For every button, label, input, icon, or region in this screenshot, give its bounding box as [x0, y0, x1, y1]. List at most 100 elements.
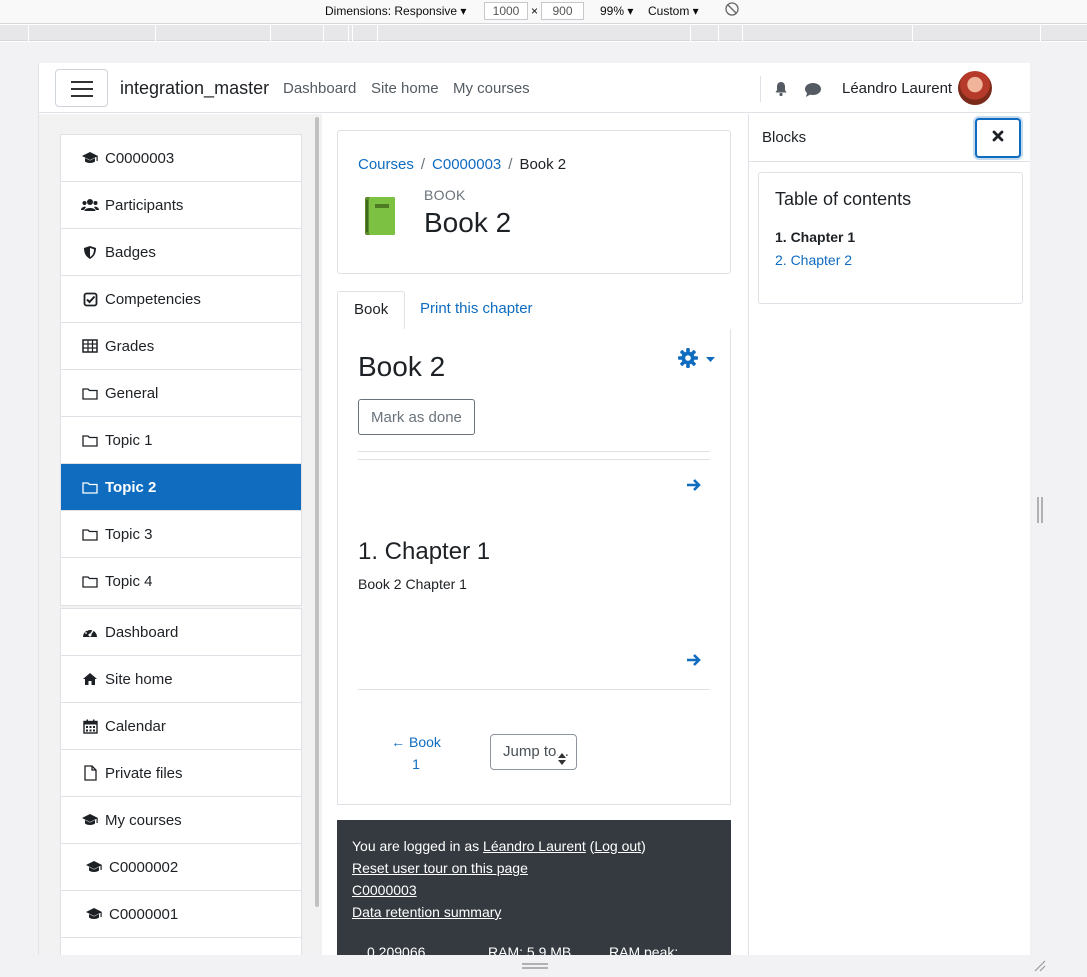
sidebar-item-label: My courses [105, 811, 182, 829]
left-drawer: C0000003 Participants Badges Competencies Gr… [39, 114, 322, 955]
sidebar-item-topic-3[interactable]: Topic 3 [61, 511, 301, 558]
previous-book-link[interactable]: ← Book 1 [386, 731, 446, 775]
nav-dashboard[interactable]: Dashboard [283, 80, 356, 97]
sidebar-item-calendar[interactable]: Calendar [61, 703, 301, 750]
sidebar-item-label: C0000001 [109, 905, 179, 923]
nav-site-home[interactable]: Site home [371, 80, 439, 97]
mark-as-done-button[interactable]: Mark as done [358, 399, 475, 435]
toc-item-link[interactable]: 2. Chapter 2 [775, 252, 852, 268]
left-arrow-icon: ← [391, 734, 406, 750]
data-retention-link[interactable]: Data retention summary [352, 904, 501, 920]
sidebar-item-label: Topic 3 [105, 525, 153, 543]
graduation-cap-icon [85, 859, 103, 875]
perf-ram: RAM: 5.9 MB [488, 944, 572, 955]
corner-resize-handle[interactable] [1032, 958, 1046, 972]
footer-user-link[interactable]: Léandro Laurent [483, 838, 586, 854]
sidebar-item-label: Dashboard [105, 623, 179, 641]
sidebar-item-topic-4[interactable]: Topic 4 [61, 558, 301, 605]
zoom-dropdown[interactable]: 99% ▾ [600, 4, 633, 18]
content-title: Book 2 [358, 351, 446, 382]
footer-course-link[interactable]: C0000003 [352, 882, 417, 898]
side-resize-handle[interactable] [1037, 497, 1043, 523]
dimensions-dropdown[interactable]: Dimensions: Responsive ▾ [325, 4, 466, 18]
folder-icon [81, 526, 99, 542]
graduation-cap-icon [81, 812, 99, 828]
perf-ram-peak: RAM peak: [609, 944, 679, 955]
sidebar-item-general[interactable]: General [61, 370, 301, 417]
page-viewport: integration_master Dashboard Site home M… [38, 63, 1030, 955]
toc-block: Table of contents 1. Chapter 1 2. Chapte… [758, 172, 1023, 304]
calendar-icon [81, 718, 99, 734]
breadcrumb-separator: / [420, 156, 426, 173]
sidebar-item-topic-1[interactable]: Topic 1 [61, 417, 301, 464]
blocks-header: Blocks [749, 114, 1030, 162]
dimensions-label: Dimensions: Responsive [325, 4, 458, 18]
nav-my-courses[interactable]: My courses [453, 80, 530, 97]
course-nav-group: C0000003 Participants Badges Competencies Gr… [60, 134, 302, 606]
sidebar-item-c0000003[interactable]: C0000003 [61, 135, 301, 182]
tachometer-icon [81, 624, 99, 640]
book-content: Book 2 Mark as done 1. Chapter 1 Book 2 … [337, 329, 731, 805]
sidebar-item-competencies[interactable]: Competencies [61, 276, 301, 323]
sidebar-item-label: Private files [105, 764, 183, 782]
book-tabs: Book Print this chapter [337, 291, 731, 330]
sidebar-item-participants[interactable]: Participants [61, 182, 301, 229]
folder-icon [81, 432, 99, 448]
close-blocks-button[interactable] [975, 118, 1021, 158]
check-square-icon [81, 291, 99, 307]
sidebar-item-dashboard[interactable]: Dashboard [61, 609, 301, 656]
next-arrow-icon[interactable] [686, 653, 702, 667]
site-name[interactable]: integration_master [120, 78, 269, 99]
activity-type: BOOK [424, 187, 466, 203]
rotate-icon[interactable] [725, 2, 739, 19]
divider [358, 459, 710, 460]
sidebar-item-label: Topic 1 [105, 431, 153, 449]
height-input[interactable]: 900 [541, 2, 584, 20]
home-icon [81, 671, 99, 687]
sidebar-item-label: Grades [105, 337, 155, 355]
folder-icon [81, 385, 99, 401]
graduation-cap-icon [85, 954, 103, 956]
sidebar-item-private-files[interactable]: Private files [61, 750, 301, 797]
drawer-scrollbar[interactable] [315, 117, 319, 907]
divider [358, 689, 710, 690]
width-input[interactable]: 1000 [484, 2, 528, 20]
sidebar-item-badges[interactable]: Badges [61, 229, 301, 276]
sidebar-item-c0000001[interactable]: C0000001 [61, 891, 301, 938]
sidebar-item-site-home[interactable]: Site home [61, 656, 301, 703]
sidebar-item-c0000002[interactable]: C0000002 [61, 844, 301, 891]
chat-icon[interactable] [804, 82, 822, 103]
bell-icon[interactable] [773, 81, 789, 102]
throttle-dropdown[interactable]: Custom ▾ [648, 4, 699, 18]
sidebar-item-label: Badges [105, 243, 156, 261]
drawer-toggle-button[interactable] [55, 69, 108, 107]
site-nav-group: Dashboard Site home Calendar Private files M… [60, 608, 302, 955]
shield-icon [81, 244, 99, 260]
tab-print-chapter[interactable]: Print this chapter [404, 291, 549, 330]
bottom-resize-handle[interactable] [522, 963, 548, 969]
jump-to-select[interactable]: Jump to... [490, 734, 577, 770]
sidebar-item-topic-2[interactable]: Topic 2 [61, 464, 301, 511]
breadcrumb-courses[interactable]: Courses [358, 156, 414, 173]
tab-book[interactable]: Book [337, 291, 406, 330]
breadcrumb-course[interactable]: C0000003 [432, 156, 501, 173]
close-icon [992, 129, 1004, 147]
user-menu-name[interactable]: Léandro Laurent [842, 80, 952, 97]
sidebar-item-mbk101-1074[interactable]: MBK101-1074 [61, 938, 301, 955]
logout-link[interactable]: Log out [594, 838, 641, 854]
next-arrow-icon[interactable] [686, 478, 702, 492]
avatar[interactable] [958, 71, 992, 105]
sidebar-item-label: Topic 4 [105, 573, 153, 590]
sidebar-item-label: Site home [105, 670, 173, 688]
navbar: integration_master Dashboard Site home M… [39, 63, 1030, 113]
folder-icon [81, 574, 99, 590]
gear-icon[interactable] [678, 347, 718, 369]
file-icon [81, 765, 99, 781]
prev-label-number: 1 [412, 756, 420, 772]
sidebar-item-label: Calendar [105, 717, 166, 735]
sidebar-item-my-courses[interactable]: My courses [61, 797, 301, 844]
sidebar-item-grades[interactable]: Grades [61, 323, 301, 370]
reset-tour-link[interactable]: Reset user tour on this page [352, 860, 528, 876]
select-caret-icon [558, 745, 566, 765]
page-footer: You are logged in as Léandro Laurent (Lo… [337, 820, 731, 955]
